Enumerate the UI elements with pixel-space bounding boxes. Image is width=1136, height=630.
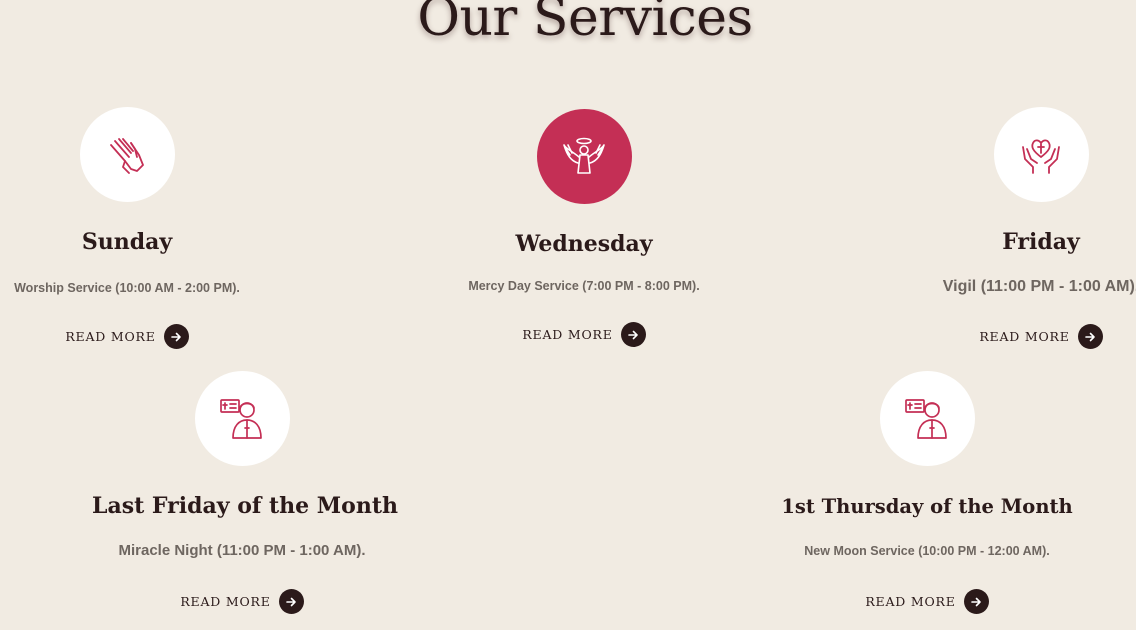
- page-title: Our Services: [417, 0, 753, 48]
- preacher-icon: [879, 371, 975, 466]
- service-description: Vigil (11:00 PM - 1:00 AM).: [942, 278, 1136, 295]
- angel-icon: [536, 109, 632, 204]
- arrow-right-icon[interactable]: [620, 322, 646, 347]
- service-title: Last Friday of the Month: [92, 493, 398, 519]
- arrow-right-icon[interactable]: [1077, 324, 1103, 349]
- service-card-last-friday: Last Friday of the Month Miracle Night (…: [92, 371, 398, 621]
- read-more-link[interactable]: READ MORE: [777, 589, 1077, 614]
- service-description: Worship Service (10:00 AM - 2:00 PM).: [14, 281, 240, 295]
- arrow-right-icon[interactable]: [963, 589, 989, 614]
- service-title: 1st Thursday of the Month: [781, 495, 1073, 518]
- read-more-label: READ MORE: [979, 329, 1070, 344]
- praying-hands-icon: [79, 107, 175, 202]
- service-card-first-thursday: 1st Thursday of the Month New Moon Servi…: [777, 371, 1077, 621]
- read-more-link[interactable]: READ MORE: [434, 322, 734, 347]
- service-title: Sunday: [81, 229, 173, 255]
- read-more-label: READ MORE: [865, 594, 956, 609]
- read-more-label: READ MORE: [522, 327, 613, 342]
- hands-holding-heart-icon: [993, 107, 1089, 202]
- service-card-sunday: Sunday Worship Service (10:00 AM - 2:00 …: [0, 107, 277, 357]
- service-title: Friday: [1002, 229, 1080, 255]
- preacher-icon: [194, 371, 290, 466]
- read-more-label: READ MORE: [180, 594, 271, 609]
- read-more-label: READ MORE: [65, 329, 156, 344]
- arrow-right-icon[interactable]: [278, 589, 304, 614]
- service-title: Wednesday: [515, 231, 653, 257]
- service-card-wednesday: Wednesday Mercy Day Service (7:00 PM - 8…: [434, 109, 734, 359]
- arrow-right-icon[interactable]: [163, 324, 189, 349]
- service-description: Miracle Night (11:00 PM - 1:00 AM).: [118, 542, 366, 559]
- service-description: Mercy Day Service (7:00 PM - 8:00 PM).: [468, 279, 700, 293]
- read-more-link[interactable]: READ MORE: [891, 324, 1136, 349]
- service-description: New Moon Service (10:00 PM - 12:00 AM).: [804, 544, 1050, 558]
- read-more-link[interactable]: READ MORE: [0, 324, 277, 349]
- service-card-friday: Friday Vigil (11:00 PM - 1:00 AM). READ …: [891, 107, 1136, 357]
- read-more-link[interactable]: READ MORE: [92, 589, 392, 614]
